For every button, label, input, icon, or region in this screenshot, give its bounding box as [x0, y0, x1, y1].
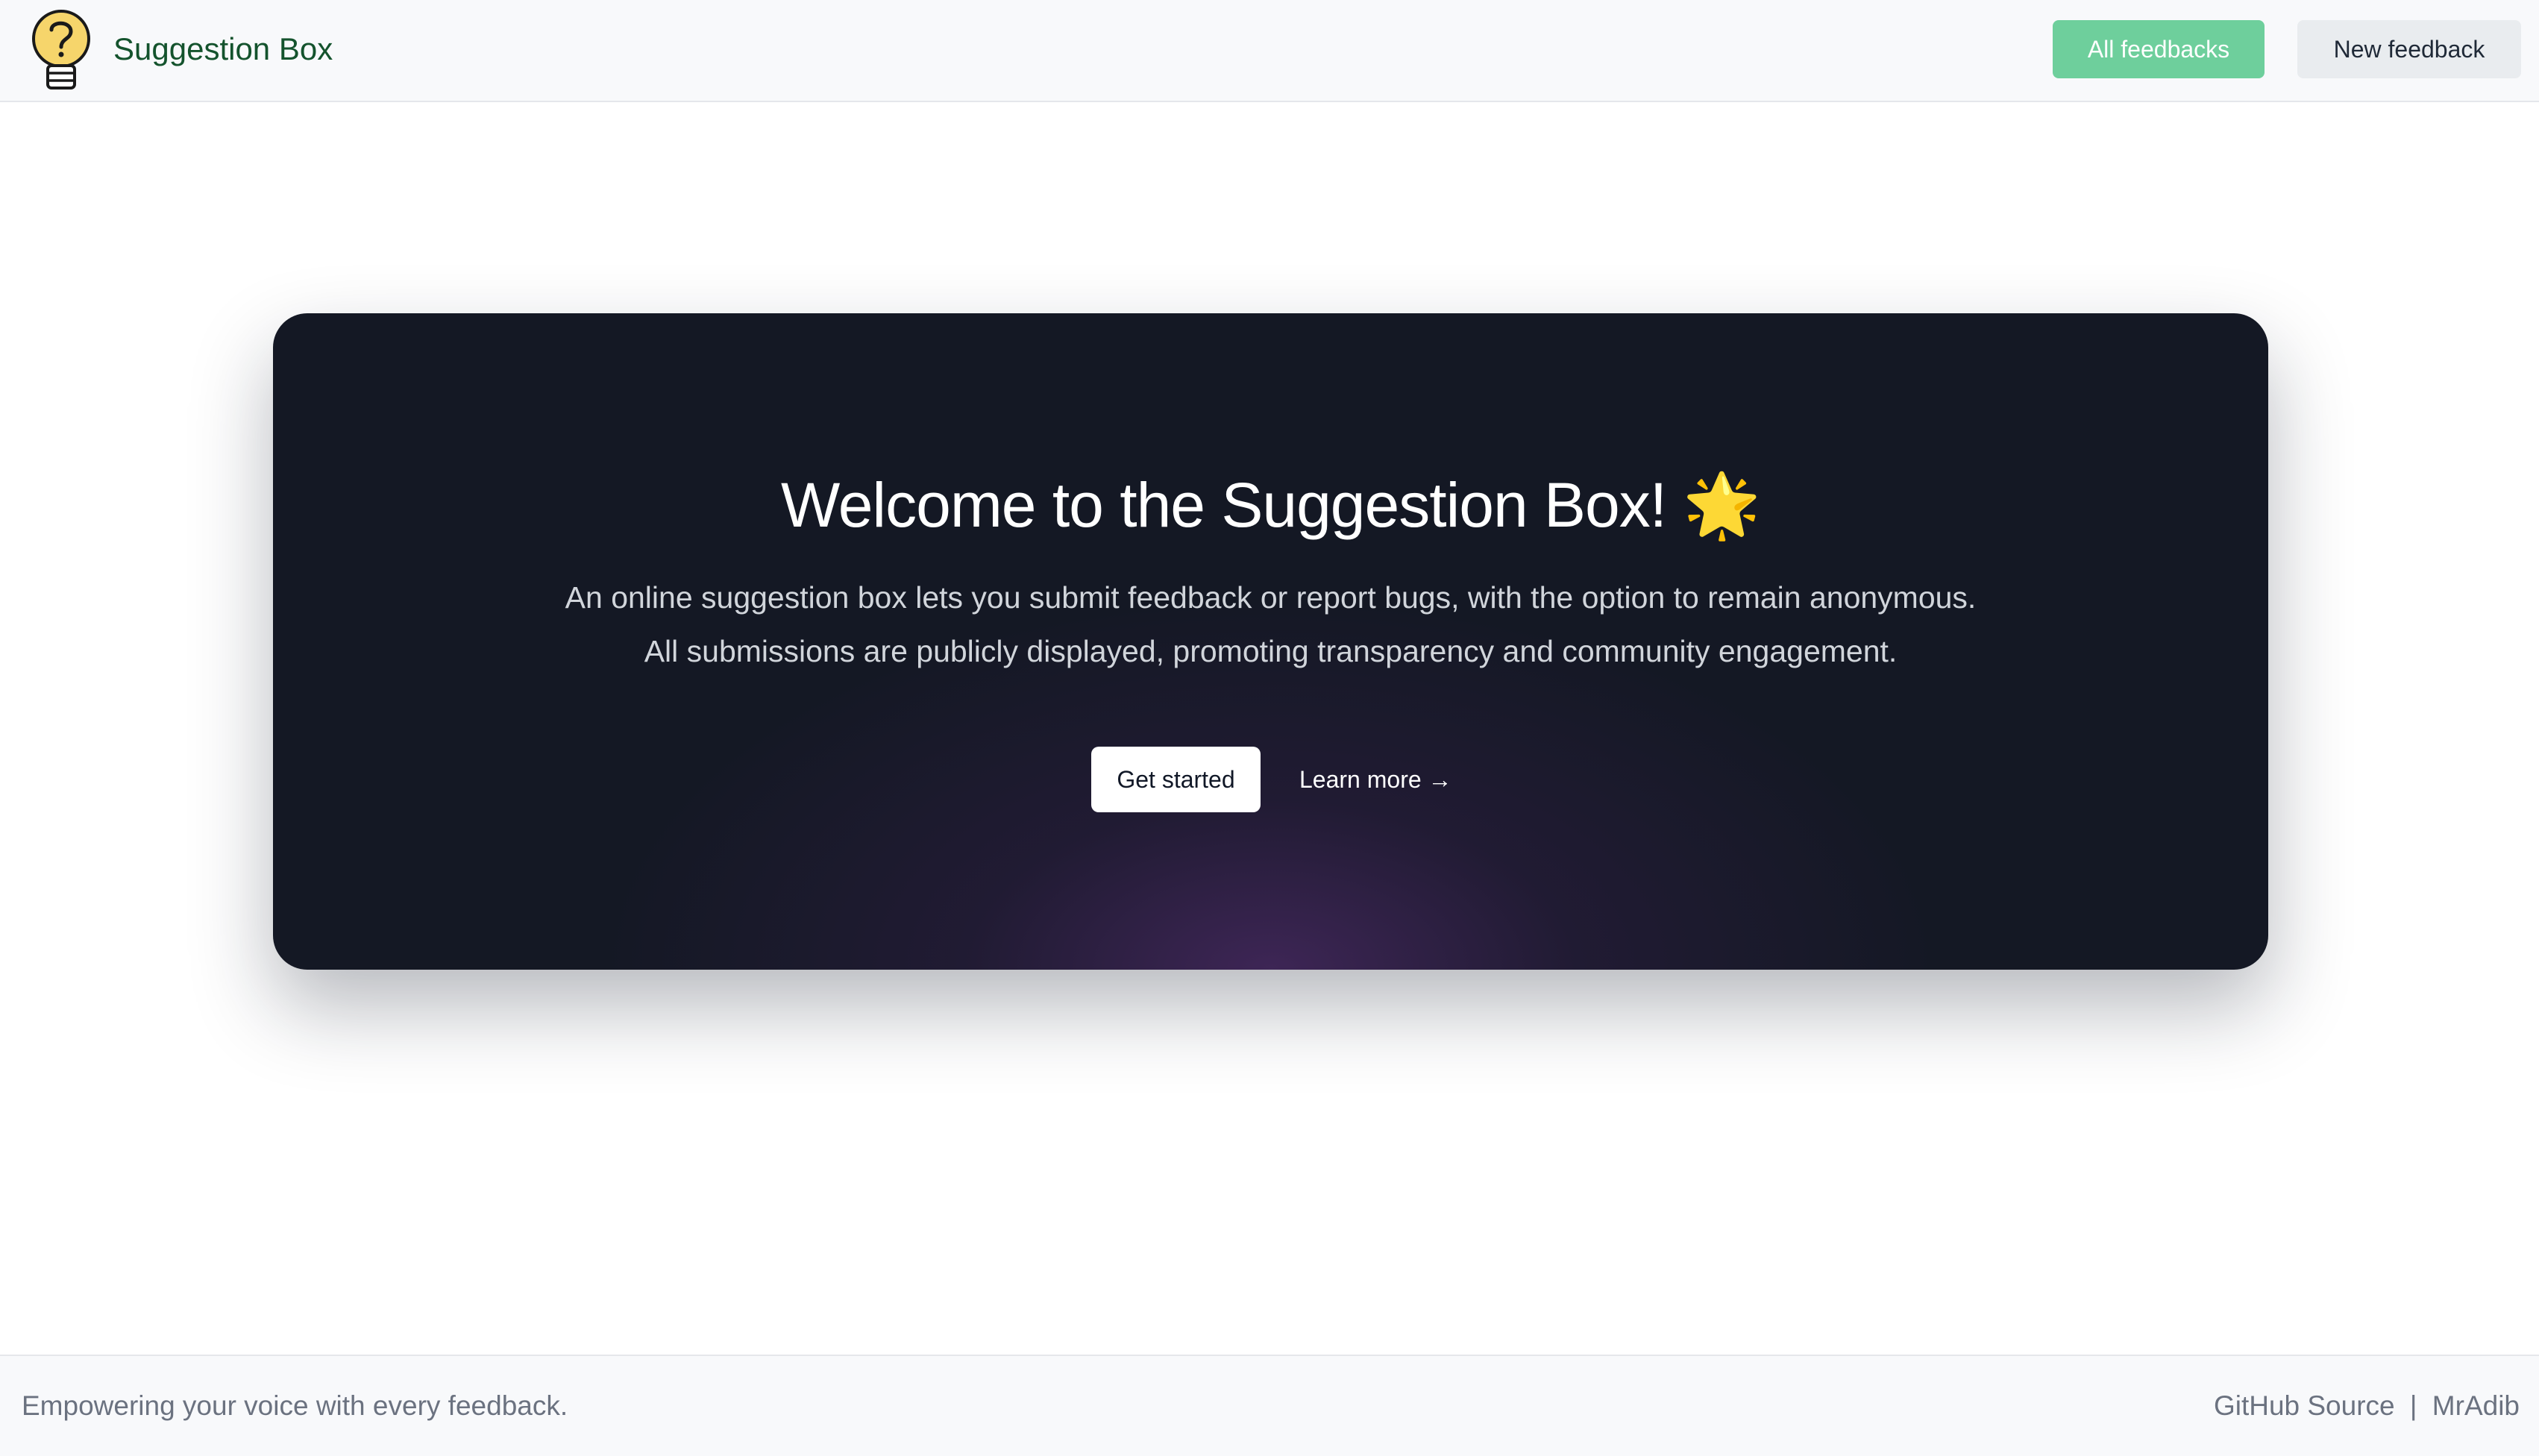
hero-description-line-2: All submissions are publicly displayed, …: [644, 634, 1898, 668]
author-link[interactable]: MrAdib: [2432, 1390, 2520, 1421]
hero-title: Welcome to the Suggestion Box! 🌟: [780, 470, 1761, 540]
footer-links: GitHub Source | MrAdib: [2214, 1389, 2520, 1423]
hero-description: An online suggestion box lets you submit…: [422, 571, 2119, 678]
all-feedbacks-button[interactable]: All feedbacks: [2053, 20, 2265, 78]
learn-more-link[interactable]: Learn more →: [1299, 747, 1452, 812]
new-feedback-button[interactable]: New feedback: [2297, 20, 2521, 78]
footer-tagline: Empowering your voice with every feedbac…: [22, 1390, 568, 1421]
github-source-link[interactable]: GitHub Source: [2214, 1390, 2395, 1421]
footer-separator: |: [2409, 1390, 2417, 1421]
footer: Empowering your voice with every feedbac…: [0, 1355, 2539, 1456]
brand-link[interactable]: Suggestion Box: [113, 28, 333, 70]
get-started-button[interactable]: Get started: [1091, 747, 1261, 812]
hero-description-line-1: An online suggestion box lets you submit…: [565, 580, 1977, 615]
lightbulb-question-icon[interactable]: [28, 9, 94, 91]
hero-card: Welcome to the Suggestion Box! 🌟 An onli…: [273, 313, 2268, 970]
top-navbar: Suggestion Box All feedbacks New feedbac…: [0, 0, 2539, 102]
